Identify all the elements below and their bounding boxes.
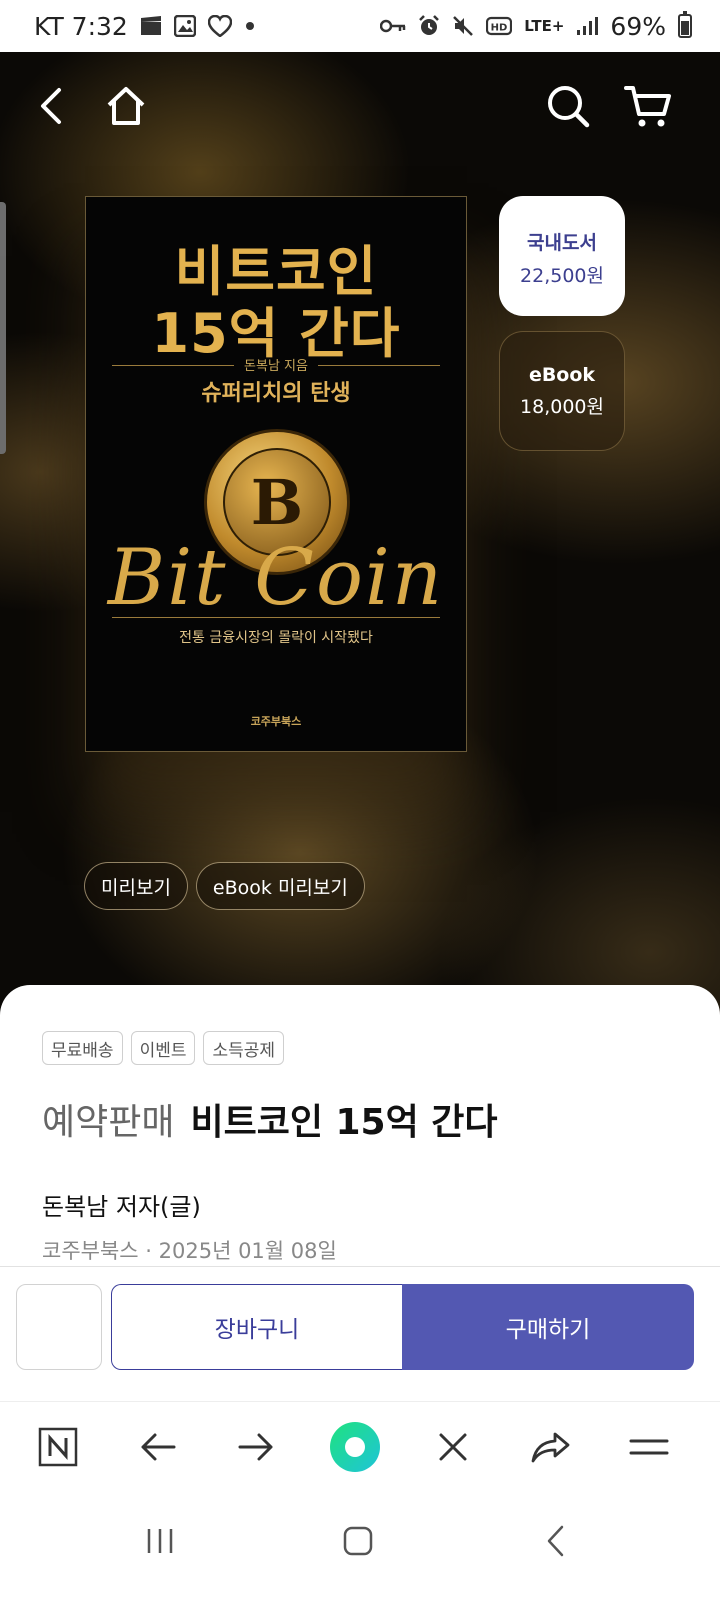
format-price: 22,500원 [520, 265, 604, 287]
mute-icon [452, 15, 474, 37]
format-card-domestic[interactable]: 국내도서 22,500원 [499, 196, 625, 316]
key-icon [380, 18, 406, 34]
tag-list: 무료배송 이벤트 소득공제 [42, 1031, 285, 1065]
menu-button[interactable] [624, 1422, 674, 1472]
purchase-bar: 장바구니 구매하기 [0, 1266, 720, 1401]
signal-icon [576, 16, 599, 36]
browser-forward-button[interactable] [231, 1422, 281, 1472]
arrow-right-icon [238, 1433, 273, 1461]
browser-toolbar [0, 1401, 720, 1493]
alarm-icon [418, 15, 440, 37]
cover-publisher: 코주부북스 [250, 715, 302, 728]
ebook-preview-button[interactable]: eBook 미리보기 [195, 862, 365, 910]
cart-button[interactable] [624, 82, 672, 130]
back-chevron-icon [547, 1525, 564, 1557]
arrow-left-icon [141, 1433, 176, 1461]
publisher-date: 코주부북스 · 2025년 01월 08일 [42, 1239, 337, 1263]
home-button[interactable] [102, 82, 150, 130]
share-icon [531, 1432, 570, 1463]
product-hero: 비트코인 15억 간다 돈복남 지음 슈퍼리치의 탄생 B Bit Coin 전… [0, 52, 720, 1042]
search-button[interactable] [544, 82, 592, 130]
cover-script-divider [112, 617, 440, 618]
author-link[interactable]: 돈복남 저자(글) [42, 1187, 201, 1222]
home-square-icon [343, 1526, 373, 1556]
format-label: eBook [528, 364, 596, 386]
cover-subtitle: 슈퍼리치의 탄생 [201, 381, 351, 406]
status-bar: KT 7:32 HD LTE+ 69% [0, 0, 720, 52]
tag-free-shipping: 무료배송 [42, 1031, 123, 1065]
preview-button[interactable]: 미리보기 [84, 862, 188, 910]
status-left: KT 7:32 [34, 12, 256, 41]
title-row: 예약판매 비트코인 15억 간다 [42, 1093, 498, 1145]
sale-status: 예약판매 [42, 1102, 175, 1143]
cart-icon [624, 86, 671, 127]
buy-now-button[interactable]: 구매하기 [402, 1284, 694, 1370]
edge-panel-handle[interactable] [0, 202, 6, 454]
add-to-cart-button[interactable]: 장바구니 [111, 1284, 402, 1370]
preview-buttons: 미리보기 eBook 미리보기 [84, 862, 365, 910]
naver-home-button[interactable] [33, 1422, 83, 1472]
cover-author: 돈복남 지음 [86, 355, 466, 374]
format-price: 18,000원 [520, 396, 604, 418]
share-button[interactable] [526, 1422, 576, 1472]
system-home-button[interactable] [328, 1511, 388, 1571]
recent-apps-icon [147, 1529, 173, 1553]
cover-tagline: 전통 금융시장의 몰락이 시작됐다 [179, 630, 373, 646]
format-label: 국내도서 [527, 232, 597, 254]
recent-apps-button[interactable] [130, 1511, 190, 1571]
notification-dot-icon [244, 20, 256, 32]
status-right: HD LTE+ 69% [380, 11, 692, 41]
naver-n-icon [38, 1427, 78, 1467]
battery-percent: 69% [610, 11, 666, 41]
heart-icon [207, 15, 232, 37]
product-title: 비트코인 15억 간다 [190, 1102, 498, 1143]
system-back-button[interactable] [526, 1511, 586, 1571]
book-cover[interactable]: 비트코인 15억 간다 돈복남 지음 슈퍼리치의 탄생 B Bit Coin 전… [85, 196, 467, 752]
hamburger-icon [629, 1439, 669, 1455]
system-navigation-bar [0, 1493, 720, 1600]
close-icon [439, 1433, 467, 1461]
svg-text:HD: HD [491, 23, 508, 34]
cover-script-text: Bit Coin [107, 533, 445, 623]
chevron-left-icon [41, 88, 61, 124]
format-card-ebook[interactable]: eBook 18,000원 [499, 331, 625, 451]
tag-tax-deduction: 소득공제 [203, 1031, 285, 1065]
back-button[interactable] [28, 82, 76, 130]
battery-icon [678, 11, 692, 38]
green-dot-button[interactable] [330, 1422, 380, 1472]
tag-event: 이벤트 [130, 1031, 196, 1065]
close-tab-button[interactable] [428, 1422, 478, 1472]
gallery-icon [173, 15, 196, 37]
hd-icon: HD [486, 16, 513, 36]
carrier-time: KT 7:32 [34, 11, 128, 41]
clapper-icon [140, 16, 162, 36]
search-icon [548, 86, 590, 128]
home-icon [107, 87, 145, 125]
product-info-sheet: 무료배송 이벤트 소득공제 예약판매 비트코인 15억 간다 돈복남 저자(글)… [0, 985, 720, 1285]
green-dot-icon [330, 1422, 380, 1472]
wishlist-button[interactable] [16, 1284, 102, 1370]
network-type: LTE+ [524, 17, 565, 35]
browser-back-button[interactable] [133, 1422, 183, 1472]
